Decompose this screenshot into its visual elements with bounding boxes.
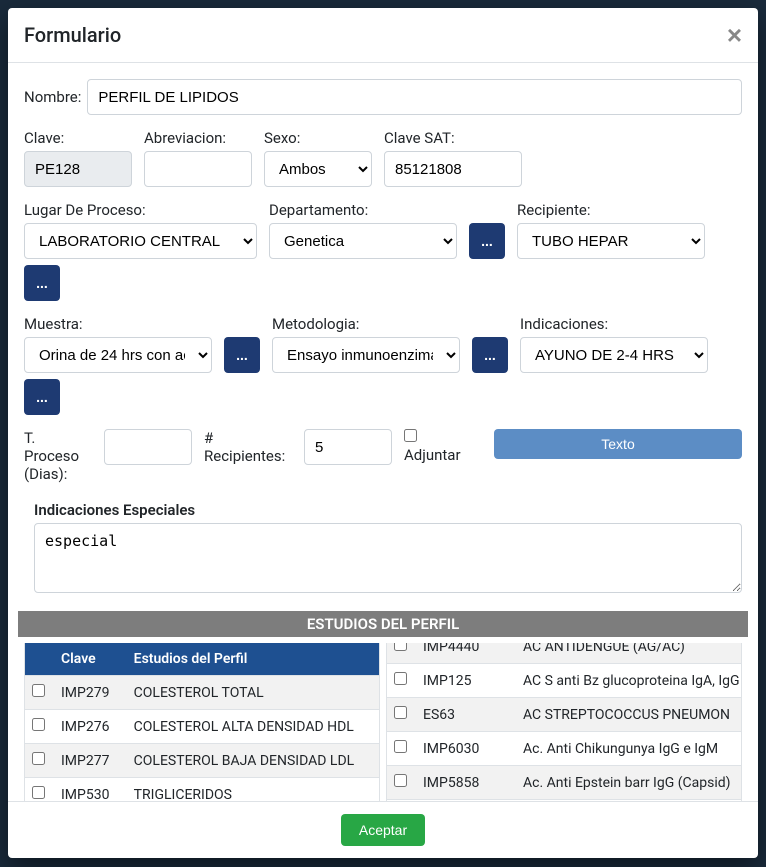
nombre-input[interactable] xyxy=(87,79,742,115)
formulario-modal: Formulario × Nombre: Clave: Abreviacion: xyxy=(8,8,758,858)
muestra-lookup-button[interactable]: ... xyxy=(224,337,260,373)
t-proceso-label: T. Proceso (Dias): xyxy=(24,429,92,483)
clave-sat-input[interactable] xyxy=(384,151,522,187)
modal-title: Formulario xyxy=(24,23,121,47)
metodologia-label: Metodologia: xyxy=(272,315,460,333)
metodologia-select[interactable]: Ensayo inmunoenzimatico xyxy=(272,337,460,373)
row-nombre: AC STREPTOCOCCUS PNEUMON xyxy=(513,698,742,732)
table-row: IMP6030Ac. Anti Chikungunya IgG e IgM xyxy=(387,732,742,766)
row-checkbox[interactable] xyxy=(394,740,407,753)
table-row: IMP279COLESTEROL TOTAL xyxy=(25,676,379,710)
clave-input xyxy=(24,151,132,187)
recipiente-label: Recipiente: xyxy=(517,201,705,219)
row-nombre: COLESTEROL BAJA DENSIDAD LDL xyxy=(124,744,379,778)
table-row: IMP125AC S anti Bz glucoproteina IgA, Ig… xyxy=(387,664,742,698)
col-estudios: Estudios del Perfil xyxy=(124,643,379,676)
row-clave: IMP277 xyxy=(51,744,124,778)
departamento-select[interactable]: Genetica xyxy=(269,223,457,259)
num-recipientes-label: # Recipientes: xyxy=(204,429,292,465)
row-checkbox[interactable] xyxy=(32,718,45,731)
num-recipientes-input[interactable] xyxy=(304,429,392,465)
indicaciones-lookup-button[interactable]: ... xyxy=(24,379,60,415)
row-checkbox[interactable] xyxy=(394,774,407,787)
table-row: ES28AC. ANTI GLICOPROTEINAS IGG xyxy=(387,800,742,802)
row-nombre: AC. ANTI GLICOPROTEINAS IGG xyxy=(513,800,742,802)
aceptar-button[interactable]: Aceptar xyxy=(341,814,425,846)
indicaciones-especiales-label: Indicaciones Especiales xyxy=(34,501,742,519)
profile-studies-table: Clave Estudios del Perfil IMP279COLESTER… xyxy=(24,643,380,801)
lugar-proceso-label: Lugar De Proceso: xyxy=(24,201,257,219)
row-nombre: COLESTEROL TOTAL xyxy=(124,676,379,710)
row-nombre: Ac. Anti Epstein barr IgG (Capsid) xyxy=(513,766,742,800)
row-clave: IMP276 xyxy=(51,710,124,744)
lugar-proceso-select[interactable]: LABORATORIO CENTRAL xyxy=(24,223,257,259)
close-icon[interactable]: × xyxy=(727,22,742,48)
muestra-label: Muestra: xyxy=(24,315,212,333)
recipiente-lookup-button[interactable]: ... xyxy=(24,265,60,301)
indicaciones-select[interactable]: AYUNO DE 2-4 HRS xyxy=(520,337,708,373)
t-proceso-input[interactable] xyxy=(104,429,192,465)
row-nombre: COLESTEROL ALTA DENSIDAD HDL xyxy=(124,710,379,744)
table-row: IMP4440AC ANTIDENGUE (AG/AC) xyxy=(387,643,742,664)
metodologia-lookup-button[interactable]: ... xyxy=(472,337,508,373)
table-row: IMP5858Ac. Anti Epstein barr IgG (Capsid… xyxy=(387,766,742,800)
row-checkbox[interactable] xyxy=(394,672,407,685)
abreviacion-label: Abreviacion: xyxy=(144,129,252,147)
section-banner: ESTUDIOS DEL PERFIL xyxy=(18,611,748,637)
adjuntar-label: Adjuntar xyxy=(404,446,482,464)
sexo-label: Sexo: xyxy=(264,129,372,147)
adjuntar-checkbox[interactable] xyxy=(404,429,417,442)
departamento-label: Departamento: xyxy=(269,201,457,219)
clave-sat-label: Clave SAT: xyxy=(384,129,522,147)
indicaciones-especiales-textarea[interactable]: especial xyxy=(34,523,742,593)
sexo-select[interactable]: Ambos xyxy=(264,151,372,187)
row-clave: IMP5858 xyxy=(413,766,513,800)
texto-button[interactable]: Texto xyxy=(494,429,742,459)
row-nombre: TRIGLICERIDOS xyxy=(124,778,379,802)
available-studies-table: IMP4440AC ANTIDENGUE (AG/AC)IMP125AC S a… xyxy=(386,643,742,801)
row-clave: IMP6030 xyxy=(413,732,513,766)
table-row: ES63AC STREPTOCOCCUS PNEUMON xyxy=(387,698,742,732)
row-checkbox[interactable] xyxy=(32,786,45,799)
table-row: IMP276COLESTEROL ALTA DENSIDAD HDL xyxy=(25,710,379,744)
col-clave: Clave xyxy=(51,643,124,676)
table-row: IMP530TRIGLICERIDOS xyxy=(25,778,379,802)
row-nombre: Ac. Anti Chikungunya IgG e IgM xyxy=(513,732,742,766)
table-row: IMP277COLESTEROL BAJA DENSIDAD LDL xyxy=(25,744,379,778)
row-clave: IMP279 xyxy=(51,676,124,710)
nombre-label: Nombre: xyxy=(24,88,81,106)
abreviacion-input[interactable] xyxy=(144,151,252,187)
clave-label: Clave: xyxy=(24,129,132,147)
row-checkbox[interactable] xyxy=(394,643,407,651)
row-checkbox[interactable] xyxy=(394,706,407,719)
row-clave: ES28 xyxy=(413,800,513,802)
row-checkbox[interactable] xyxy=(32,752,45,765)
row-clave: IMP125 xyxy=(413,664,513,698)
muestra-select[interactable]: Orina de 24 hrs con acido xyxy=(24,337,212,373)
row-nombre: AC S anti Bz glucoproteina IgA, IgG xyxy=(513,664,742,698)
row-clave: IMP4440 xyxy=(413,643,513,664)
row-clave: IMP530 xyxy=(51,778,124,802)
departamento-lookup-button[interactable]: ... xyxy=(469,223,505,259)
recipiente-select[interactable]: TUBO HEPAR xyxy=(517,223,705,259)
row-checkbox[interactable] xyxy=(32,684,45,697)
row-nombre: AC ANTIDENGUE (AG/AC) xyxy=(513,643,742,664)
indicaciones-label: Indicaciones: xyxy=(520,315,708,333)
row-clave: ES63 xyxy=(413,698,513,732)
